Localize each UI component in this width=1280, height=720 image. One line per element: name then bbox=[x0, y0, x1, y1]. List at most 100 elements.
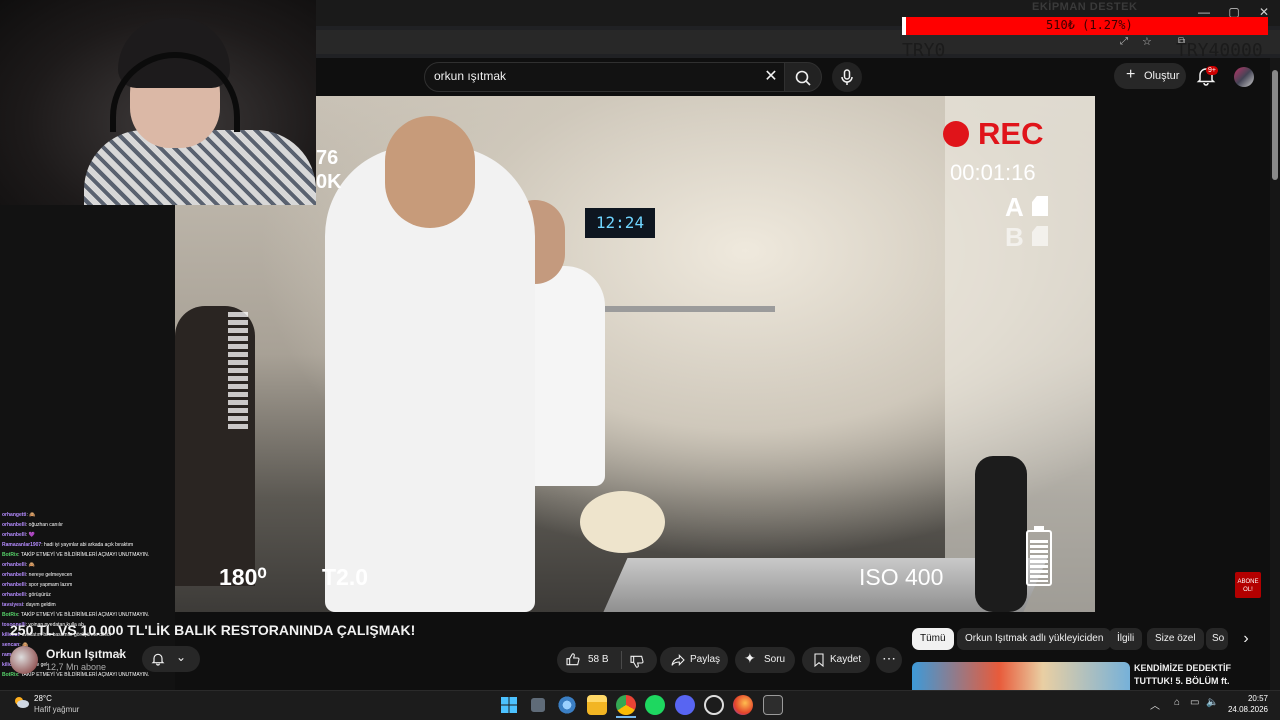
chat-text: : TAKİP ETMEYİ VE BİLDİRİMLERİ AÇMAYI UN… bbox=[18, 552, 150, 558]
app-icon[interactable] bbox=[704, 695, 724, 715]
chat-text: : dayım geldim bbox=[23, 602, 56, 608]
settings-icon[interactable] bbox=[557, 695, 577, 715]
verified-icon: ✔ bbox=[116, 649, 124, 659]
volume-icon[interactable]: 🔈 bbox=[1206, 697, 1218, 708]
search-button[interactable] bbox=[784, 62, 822, 92]
start-icon[interactable] bbox=[499, 695, 519, 715]
chat-text: : görüşürüz bbox=[25, 592, 51, 598]
thumbs-up-icon[interactable] bbox=[565, 652, 581, 668]
share-icon bbox=[671, 654, 685, 666]
chat-username[interactable]: orhanbelli bbox=[2, 592, 26, 598]
chat-username[interactable]: orhanbelli bbox=[2, 572, 26, 578]
chip-from-uploader[interactable]: Orkun Işıtmak adlı yükleyiciden bbox=[957, 628, 1112, 650]
sd-card-icon bbox=[1032, 226, 1048, 246]
shutter-angle: 180⁰ bbox=[219, 564, 267, 590]
voice-search-button[interactable] bbox=[832, 62, 862, 92]
chip-for-you[interactable]: Size özel bbox=[1147, 628, 1204, 650]
display-icon[interactable]: ▭ bbox=[1190, 697, 1199, 708]
share-page-icon[interactable]: ⤢ bbox=[1120, 36, 1128, 47]
chat-message: orhanbelli: spor yapmam lazım bbox=[2, 580, 174, 590]
chat-username[interactable]: orhanbelli bbox=[2, 522, 26, 528]
chat-message: orhangetti: 🙈 bbox=[2, 510, 174, 520]
chat-message: orhanbelli: 💜 bbox=[2, 530, 174, 540]
video-scene-dough bbox=[580, 491, 665, 553]
sd-card-icon bbox=[1032, 196, 1048, 216]
rec-timecode: 00:01:16 bbox=[950, 160, 1036, 185]
audio-meter bbox=[228, 312, 248, 432]
spotify-icon[interactable] bbox=[645, 695, 665, 715]
weather-temperature[interactable]: 28°C bbox=[34, 694, 52, 703]
battery-level bbox=[1030, 540, 1048, 582]
active-app-indicator bbox=[616, 716, 636, 718]
like-divider bbox=[621, 651, 622, 669]
chat-username[interactable]: BotRix bbox=[2, 552, 18, 558]
donation-progress-text: 510₺ (1.27%) bbox=[1046, 18, 1133, 32]
scrollbar-thumb[interactable] bbox=[1272, 70, 1278, 180]
chat-username[interactable]: orhanbelli bbox=[2, 562, 26, 568]
create-button-label: Oluştur bbox=[1144, 70, 1180, 82]
chip-all[interactable]: Tümü bbox=[912, 628, 954, 650]
clock-time[interactable]: 20:57 bbox=[1226, 694, 1268, 703]
chat-text: : TAKİP ETMEYİ VE BİLDİRİMLERİ AÇMAYI UN… bbox=[18, 672, 150, 678]
chip-partial[interactable]: So bbox=[1206, 628, 1228, 650]
chat-text: : 🙈 bbox=[26, 512, 36, 518]
aperture-value: T2.0 bbox=[322, 564, 369, 590]
chat-text: : TAKİP ETMEYİ VE BİLDİRİMLERİ AÇMAYI UN… bbox=[18, 612, 150, 618]
recommended-thumbnail[interactable] bbox=[912, 662, 1130, 690]
chat-text: : hadi iyi yayınlar abi arkada açık bıra… bbox=[41, 542, 134, 548]
chat-username[interactable]: orhanbelli bbox=[2, 532, 26, 538]
chat-username[interactable]: orhanbelli bbox=[2, 582, 26, 588]
video-title: 250 TL VS 10.000 TL'LİK BALIK RESTORANIN… bbox=[10, 622, 416, 638]
chat-username[interactable]: orhangetti bbox=[2, 512, 26, 518]
chevron-down-icon: ⌄ bbox=[176, 650, 187, 664]
chip-related[interactable]: İlgili bbox=[1109, 628, 1143, 650]
windows-logo-icon bbox=[501, 697, 517, 713]
channel-avatar[interactable] bbox=[10, 646, 38, 674]
chrome-icon[interactable] bbox=[616, 695, 636, 715]
account-avatar[interactable] bbox=[1234, 67, 1254, 87]
chat-message: BotRix: TAKİP ETMEYİ VE BİLDİRİMLERİ AÇM… bbox=[2, 610, 174, 620]
chevron-up-icon[interactable]: ︿ bbox=[1150, 697, 1160, 712]
firefox-icon[interactable] bbox=[733, 695, 753, 715]
notification-badge: 9+ bbox=[1206, 66, 1218, 75]
chat-text: : 💜 bbox=[25, 532, 35, 538]
more-actions-button[interactable]: ⋯ bbox=[876, 647, 902, 673]
subscription-bell-button[interactable]: ⌄ bbox=[142, 646, 200, 672]
plus-icon: + bbox=[1126, 66, 1136, 83]
chevron-right-icon[interactable]: › bbox=[1236, 630, 1256, 648]
bookmark-icon bbox=[814, 653, 824, 668]
chat-username[interactable]: BotRix bbox=[2, 612, 18, 618]
chat-text: : 🙈 bbox=[25, 562, 35, 568]
video-scene-gimbal bbox=[975, 456, 1027, 612]
partial-overlay-line: 0K bbox=[316, 171, 342, 193]
video-scene-chef-head bbox=[385, 116, 475, 228]
network-icon[interactable]: ⌂ bbox=[1174, 697, 1180, 708]
task-view-icon[interactable] bbox=[531, 698, 545, 712]
chat-username[interactable]: BotRix bbox=[2, 672, 18, 678]
thumbs-down-icon[interactable] bbox=[629, 653, 645, 669]
chat-message: tavsiyesi: dayım geldim bbox=[2, 600, 174, 610]
iso-value: ISO 400 bbox=[859, 564, 944, 590]
chat-message: Ramazanlar1907: hadi iyi yayınlar abi ar… bbox=[2, 540, 174, 550]
rec-label: REC bbox=[978, 116, 1044, 151]
search-icon bbox=[795, 70, 811, 86]
donation-title: EKİPMAN DESTEK bbox=[1032, 1, 1138, 13]
bookmark-star-icon[interactable]: ☆ bbox=[1142, 35, 1152, 48]
file-explorer-icon[interactable] bbox=[587, 695, 607, 715]
clock-date[interactable]: 24.08.2026 bbox=[1226, 705, 1268, 714]
bell-icon bbox=[151, 653, 165, 666]
video-scene-clock: 12:24 bbox=[585, 208, 655, 238]
recommended-title[interactable]: KENDİMİZE DEDEKTİF TUTTUK! 5. BÖLÜM ft. bbox=[1134, 662, 1264, 688]
weather-description[interactable]: Hafif yağmur bbox=[34, 705, 79, 714]
chat-username[interactable]: tavsiyesi bbox=[2, 602, 23, 608]
channel-name[interactable]: Orkun Işıtmak bbox=[46, 647, 126, 661]
partial-overlay-text: 76 0K bbox=[316, 146, 342, 194]
discord-icon[interactable] bbox=[675, 695, 695, 715]
streamer-webcam bbox=[0, 0, 316, 205]
clear-search-icon[interactable]: ✕ bbox=[762, 66, 780, 86]
chat-text: : nereye gelmeyecen bbox=[25, 572, 73, 578]
obs-icon[interactable] bbox=[763, 695, 783, 715]
subscribe-overlay-badge[interactable]: ABONE OL! bbox=[1235, 572, 1261, 598]
search-input[interactable]: orkun ışıtmak bbox=[434, 69, 506, 83]
chat-username[interactable]: Ramazanlar1907 bbox=[2, 542, 41, 548]
